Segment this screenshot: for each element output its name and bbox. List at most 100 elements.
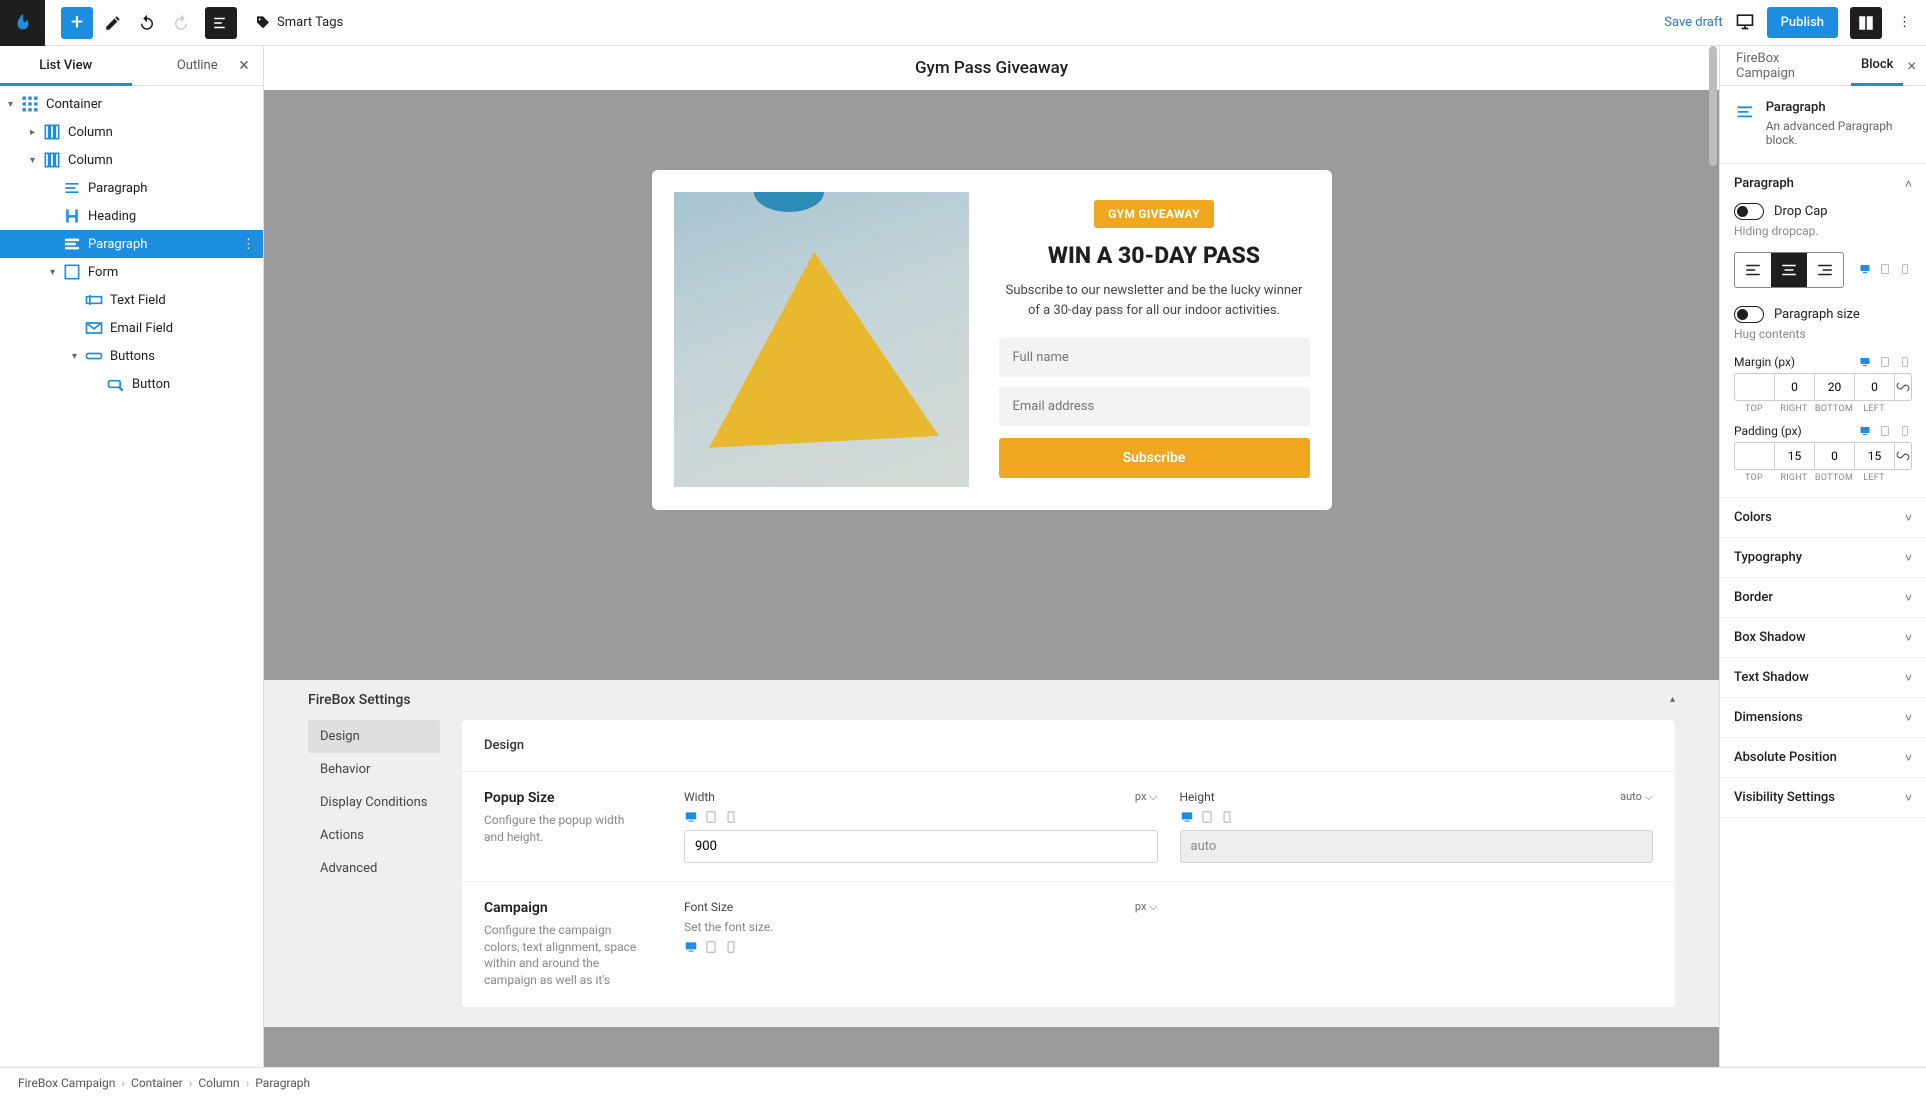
tablet-icon[interactable] (1878, 355, 1892, 369)
mobile-icon[interactable] (1898, 424, 1912, 438)
margin-link-button[interactable] (1894, 373, 1912, 401)
fb-tab-advanced[interactable]: Advanced (308, 852, 440, 885)
row-options-icon[interactable]: ⋮ (242, 237, 255, 252)
chevron-down-icon[interactable]: ▾ (50, 267, 62, 278)
border-section[interactable]: Border˅ (1720, 578, 1926, 617)
publish-button[interactable]: Publish (1767, 7, 1838, 38)
colors-section[interactable]: Colors˅ (1720, 498, 1926, 537)
more-options-icon[interactable]: ⋮ (1894, 15, 1915, 30)
align-right-button[interactable] (1807, 253, 1843, 287)
list-view-toggle[interactable] (205, 7, 237, 39)
desktop-icon[interactable] (1858, 355, 1872, 369)
fb-tab-actions[interactable]: Actions (308, 819, 440, 852)
tree-row-form[interactable]: ▾ Form (0, 258, 263, 286)
breadcrumb-item[interactable]: Paragraph (255, 1076, 310, 1090)
text-shadow-section[interactable]: Text Shadow˅ (1720, 658, 1926, 697)
typography-section[interactable]: Typography˅ (1720, 538, 1926, 577)
desktop-icon[interactable] (684, 810, 698, 824)
tablet-icon[interactable] (704, 810, 718, 824)
tree-row-column-1[interactable]: ▸ Column (0, 118, 263, 146)
tree-row-container[interactable]: ▾ Container (0, 90, 263, 118)
tree-row-paragraph-2[interactable]: Paragraph ⋮ (0, 230, 263, 258)
absolute-position-section[interactable]: Absolute Position˅ (1720, 738, 1926, 777)
padding-link-button[interactable] (1894, 442, 1912, 470)
box-shadow-section[interactable]: Box Shadow˅ (1720, 618, 1926, 657)
heading-icon (62, 206, 82, 226)
tree-row-paragraph-1[interactable]: Paragraph (0, 174, 263, 202)
padding-right-input[interactable] (1774, 442, 1814, 470)
fb-tab-display-conditions[interactable]: Display Conditions (308, 786, 440, 819)
tree-row-column-2[interactable]: ▾ Column (0, 146, 263, 174)
smart-tags-button[interactable]: Smart Tags (255, 15, 343, 31)
height-unit-select[interactable]: auto ⌵ (1620, 790, 1653, 804)
padding-top-input[interactable] (1734, 442, 1774, 470)
form-icon (62, 262, 82, 282)
align-left-button[interactable] (1735, 253, 1771, 287)
fb-tab-design[interactable]: Design (308, 720, 440, 753)
canvas-scrollbar[interactable] (1709, 46, 1719, 1067)
device-preview-button[interactable] (1735, 11, 1755, 35)
full-name-input[interactable] (999, 338, 1310, 377)
close-panel-button[interactable]: × (229, 51, 259, 81)
paragraph-size-toggle[interactable] (1734, 306, 1764, 323)
tree-row-email-field[interactable]: Email Field (0, 314, 263, 342)
save-draft-button[interactable]: Save draft (1664, 15, 1722, 30)
tab-firebox-campaign[interactable]: FireBox Campaign (1726, 46, 1851, 85)
tablet-icon[interactable] (1200, 810, 1214, 824)
desktop-icon[interactable] (1858, 262, 1872, 276)
subscribe-button[interactable]: Subscribe (999, 438, 1310, 478)
tree-row-text-field[interactable]: Text Field (0, 286, 263, 314)
edit-icon[interactable] (99, 7, 127, 39)
desktop-icon[interactable] (1180, 810, 1194, 824)
padding-bottom-input[interactable] (1814, 442, 1854, 470)
mobile-icon[interactable] (724, 940, 738, 954)
email-input[interactable] (999, 387, 1310, 426)
margin-top-input[interactable] (1734, 373, 1774, 401)
canvas-area[interactable]: GYM GIVEAWAY WIN A 30-DAY PASS Subscribe… (264, 90, 1719, 1067)
logo-button[interactable] (0, 0, 45, 46)
flame-icon (12, 12, 34, 34)
mobile-icon[interactable] (1898, 262, 1912, 276)
tree-row-buttons[interactable]: ▾ Buttons (0, 342, 263, 370)
mobile-icon[interactable] (1220, 810, 1234, 824)
mobile-icon[interactable] (724, 810, 738, 824)
margin-right-input[interactable] (1774, 373, 1814, 401)
tree-row-heading[interactable]: Heading (0, 202, 263, 230)
tablet-icon[interactable] (704, 940, 718, 954)
desktop-icon[interactable] (684, 940, 698, 954)
font-size-unit-select[interactable]: px ⌵ (1135, 900, 1158, 914)
tree-row-button[interactable]: Button (0, 370, 263, 398)
breadcrumb-item[interactable]: FireBox Campaign (18, 1076, 115, 1090)
add-block-button[interactable]: + (61, 7, 93, 39)
undo-icon[interactable] (133, 7, 161, 39)
firebox-settings-header[interactable]: FireBox Settings ▴ (264, 680, 1719, 720)
dimensions-section[interactable]: Dimensions˅ (1720, 698, 1926, 737)
width-input[interactable] (684, 830, 1158, 863)
breadcrumb-item[interactable]: Container (131, 1076, 183, 1090)
chevron-down-icon[interactable]: ▾ (72, 351, 84, 362)
width-unit-select[interactable]: px ⌵ (1135, 790, 1158, 804)
chevron-down-icon[interactable]: ▾ (30, 155, 42, 166)
collapse-icon[interactable]: ▴ (1670, 694, 1675, 705)
padding-left-input[interactable] (1854, 442, 1894, 470)
close-inspector-button[interactable]: × (1903, 56, 1920, 75)
align-center-button[interactable] (1771, 253, 1807, 287)
tab-list-view[interactable]: List View (0, 46, 132, 85)
chevron-down-icon[interactable]: ▾ (8, 99, 20, 110)
tablet-icon[interactable] (1878, 424, 1892, 438)
paragraph-section-header[interactable]: Paragraph ˄ (1720, 164, 1926, 203)
mobile-icon[interactable] (1898, 355, 1912, 369)
chevron-right-icon[interactable]: ▸ (30, 127, 42, 138)
drop-cap-toggle[interactable] (1734, 203, 1764, 220)
margin-left-input[interactable] (1854, 373, 1894, 401)
desktop-icon[interactable] (1858, 424, 1872, 438)
visibility-section[interactable]: Visibility Settings˅ (1720, 778, 1926, 817)
tablet-icon[interactable] (1878, 262, 1892, 276)
redo-icon[interactable] (167, 7, 195, 39)
breadcrumb-item[interactable]: Column (198, 1076, 239, 1090)
tab-block[interactable]: Block (1851, 47, 1903, 86)
settings-panel-toggle[interactable] (1850, 7, 1882, 39)
design-section-label: Design (484, 738, 1653, 753)
fb-tab-behavior[interactable]: Behavior (308, 753, 440, 786)
margin-bottom-input[interactable] (1814, 373, 1854, 401)
